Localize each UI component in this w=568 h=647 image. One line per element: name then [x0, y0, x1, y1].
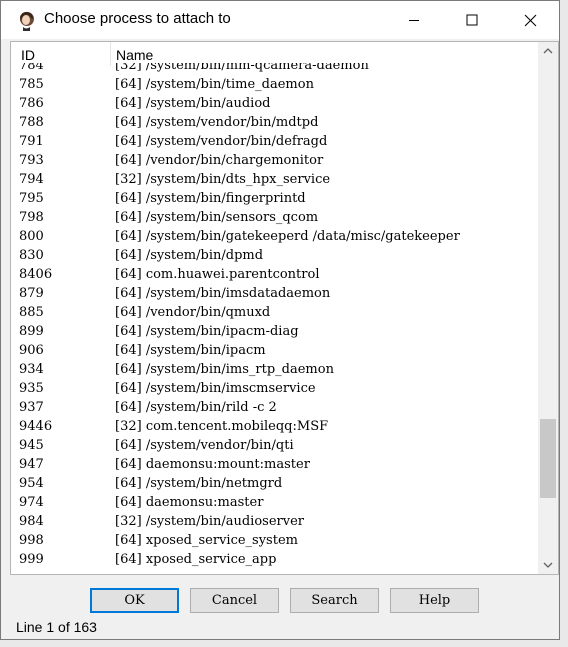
ida-app-icon: [20, 11, 34, 31]
scroll-down-button[interactable]: [538, 556, 558, 574]
row-id: 984: [19, 514, 44, 529]
row-process-name: [64] /system/bin/ipacm-diag: [115, 324, 299, 339]
row-process-name: [64] /system/bin/rild -c 2: [115, 400, 277, 415]
column-header-id[interactable]: ID: [21, 47, 35, 63]
row-process-name: [32] com.tencent.mobileqq:MSF: [115, 419, 329, 434]
row-process-name: [64] /system/vendor/bin/qti: [115, 438, 294, 453]
row-process-name: [32] /system/bin/audioserver: [115, 514, 305, 529]
scroll-up-button[interactable]: [538, 42, 558, 60]
row-id: 791: [19, 134, 44, 149]
chevron-up-icon: [543, 48, 553, 54]
help-button[interactable]: Help: [390, 588, 479, 613]
row-id: 793: [19, 153, 44, 168]
row-id: 999: [19, 552, 44, 567]
title-bar[interactable]: Choose process to attach to: [1, 1, 559, 39]
row-id: 785: [19, 77, 44, 92]
row-process-name: [64] xposed_service_system: [115, 533, 298, 548]
scroll-track[interactable]: [538, 60, 558, 556]
row-id: 794: [19, 172, 44, 187]
maximize-button[interactable]: [443, 1, 501, 39]
row-process-name: [64] /system/bin/imscmservice: [115, 381, 316, 396]
row-process-name: [64] xposed_service_app: [115, 552, 277, 567]
row-id: 879: [19, 286, 44, 301]
search-button[interactable]: Search: [290, 588, 379, 613]
column-header-name[interactable]: Name: [116, 47, 153, 63]
row-id: 998: [19, 533, 44, 548]
close-icon: [524, 14, 536, 26]
row-process-name: [32] /system/bin/dts_hpx_service: [115, 172, 331, 187]
status-line: Line 1 of 163: [16, 619, 97, 635]
maximize-icon: [466, 14, 478, 26]
row-id: 947: [19, 457, 44, 472]
row-id: 800: [19, 229, 44, 244]
row-process-name: [64] daemonsu:mount:master: [115, 457, 310, 472]
row-id: 906: [19, 343, 44, 358]
row-process-name: [64] /system/bin/audiod: [115, 96, 271, 111]
row-process-name: [64] /system/bin/imsdatadaemon: [115, 286, 331, 301]
cancel-button[interactable]: Cancel: [190, 588, 279, 613]
row-process-name: [64] /system/bin/dpmd: [115, 248, 264, 263]
row-id: 937: [19, 400, 44, 415]
row-id: 974: [19, 495, 44, 510]
row-process-name: [64] /system/vendor/bin/mdtpd: [115, 115, 319, 130]
row-process-name: [64] daemonsu:master: [115, 495, 264, 510]
row-id: 786: [19, 96, 44, 111]
row-process-name: [64] com.huawei.parentcontrol: [115, 267, 320, 282]
list-body: 784 [32] /system/bin/mm-qcamera-daemon 785…: [11, 63, 538, 574]
row-process-name: [64] /system/bin/ims_rtp_daemon: [115, 362, 334, 377]
close-button[interactable]: [501, 1, 559, 39]
row-id: 935: [19, 381, 44, 396]
row-id: 954: [19, 476, 44, 491]
row-process-name: [64] /system/vendor/bin/defragd: [115, 134, 328, 149]
chevron-down-icon: [543, 562, 553, 568]
row-process-name: [32] /system/bin/mm-qcamera-daemon: [115, 63, 369, 73]
row-process-name: [64] /system/bin/fingerprintd: [115, 191, 306, 206]
row-process-name: [64] /system/bin/sensors_qcom: [115, 210, 319, 225]
row-id: 9446: [19, 419, 53, 434]
minimize-button[interactable]: [385, 1, 443, 39]
process-list[interactable]: ID Name 784 [32] /system/bin/mm-qcamera-d…: [10, 41, 559, 575]
row-id: 8406: [19, 267, 53, 282]
attach-process-dialog: Choose process to attach to ID Name 784 […: [0, 0, 560, 640]
scroll-thumb[interactable]: [540, 419, 556, 498]
window-title: Choose process to attach to: [44, 10, 231, 27]
row-process-name: [64] /system/bin/gatekeeperd /data/misc/…: [115, 229, 460, 244]
row-process-name: [64] /system/bin/time_daemon: [115, 77, 314, 92]
row-id: 830: [19, 248, 44, 263]
row-id: 795: [19, 191, 44, 206]
row-id: 899: [19, 324, 44, 339]
row-id: 885: [19, 305, 44, 320]
row-id: 798: [19, 210, 44, 225]
row-id: 934: [19, 362, 44, 377]
row-process-name: [64] /vendor/bin/chargemonitor: [115, 153, 324, 168]
ok-button[interactable]: OK: [90, 588, 179, 613]
row-id: 788: [19, 115, 44, 130]
row-process-name: [64] /vendor/bin/qmuxd: [115, 305, 271, 320]
vertical-scrollbar[interactable]: [538, 42, 558, 574]
minimize-icon: [409, 20, 419, 21]
row-id: 784: [19, 63, 44, 73]
row-process-name: [64] /system/bin/netmgrd: [115, 476, 283, 491]
row-id: 945: [19, 438, 44, 453]
row-process-name: [64] /system/bin/ipacm: [115, 343, 266, 358]
